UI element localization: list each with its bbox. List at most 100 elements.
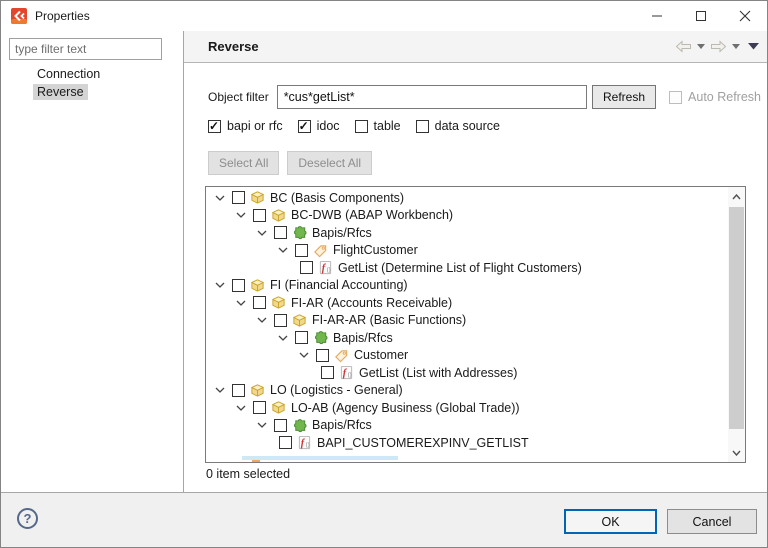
expander-chevron-down-icon[interactable] bbox=[256, 317, 268, 324]
tree-row[interactable]: BC (Basis Components) bbox=[206, 189, 728, 207]
forward-arrow-icon[interactable] bbox=[710, 40, 727, 53]
tree-row-checkbox[interactable] bbox=[274, 418, 287, 432]
svg-text:(): () bbox=[306, 442, 310, 449]
expander-chevron-down-icon[interactable] bbox=[256, 230, 268, 236]
scrollbar-down-button[interactable] bbox=[728, 444, 745, 461]
expander-chevron-down-icon[interactable] bbox=[214, 195, 226, 201]
select-all-button[interactable]: Select All bbox=[208, 151, 280, 175]
tree-row-checkbox[interactable] bbox=[232, 191, 245, 205]
auto-refresh-label: Auto Refresh bbox=[688, 90, 761, 104]
tree-row[interactable]: Bapis/Rfcs bbox=[206, 417, 728, 435]
tree-row[interactable]: FI (Financial Accounting) bbox=[206, 277, 728, 295]
tree-row-checkbox[interactable] bbox=[316, 348, 329, 362]
tree-row-checkbox[interactable] bbox=[253, 401, 266, 415]
tree-row[interactable]: f() GetList (Determine List of Flight Cus… bbox=[206, 259, 728, 277]
puzzle-icon bbox=[292, 418, 307, 433]
object-filter-label: Object filter bbox=[208, 90, 269, 104]
expander-chevron-down-icon[interactable] bbox=[256, 422, 268, 429]
expander-chevron-down-icon[interactable] bbox=[277, 335, 289, 341]
sidebar-item-reverse[interactable]: Reverse bbox=[1, 83, 183, 101]
package-icon bbox=[271, 208, 286, 223]
back-arrow-icon[interactable] bbox=[675, 40, 692, 53]
package-icon bbox=[250, 383, 265, 398]
view-menu-icon[interactable] bbox=[748, 43, 759, 50]
tree-rows: BC (Basis Components) BC-DWB (ABAP Workbe… bbox=[206, 187, 728, 462]
tree-row[interactable]: LO (Logistics - General) bbox=[206, 382, 728, 400]
tree-row-checkbox[interactable] bbox=[274, 313, 287, 327]
tree-row-checkbox[interactable] bbox=[295, 243, 308, 257]
tree-row-label: GetList (List with Addresses) bbox=[359, 365, 518, 380]
tree-row[interactable]: f() GetList (List with Addresses) bbox=[206, 364, 728, 382]
tag-icon bbox=[334, 348, 349, 363]
cancel-button[interactable]: Cancel bbox=[667, 509, 757, 534]
bapi-or-rfc-checkbox[interactable] bbox=[208, 119, 221, 133]
tree-row-label: LO-AB (Agency Business (Global Trade)) bbox=[291, 400, 520, 415]
back-dropdown-icon[interactable] bbox=[697, 44, 705, 49]
data-source-checkbox[interactable] bbox=[415, 119, 429, 133]
table-checkbox[interactable] bbox=[354, 119, 368, 133]
tree-row[interactable]: LO-AB (Agency Business (Global Trade)) bbox=[206, 399, 728, 417]
expander-chevron-down-icon[interactable] bbox=[214, 282, 226, 289]
tree-row[interactable]: Bapis/Rfcs bbox=[206, 224, 728, 242]
ok-button[interactable]: OK bbox=[564, 509, 657, 534]
tree-row-label: BC-DWB (ABAP Workbench) bbox=[291, 208, 454, 223]
maximize-button[interactable] bbox=[679, 1, 723, 31]
tree-row[interactable]: FI-AR (Accounts Receivable) bbox=[206, 294, 728, 312]
tree-row-label: LO (Logistics - General) bbox=[270, 383, 403, 398]
expander-chevron-down-icon[interactable] bbox=[277, 247, 289, 254]
package-icon bbox=[250, 278, 265, 293]
expander-chevron-down-icon[interactable] bbox=[298, 352, 310, 359]
tree-row-checkbox[interactable] bbox=[300, 261, 313, 275]
close-button[interactable] bbox=[723, 1, 767, 31]
type-filter-bapi-or-rfc: bapi or rfc bbox=[208, 119, 283, 133]
tree-row-checkbox[interactable] bbox=[279, 436, 292, 450]
tree-row[interactable]: FlightCustomer bbox=[206, 242, 728, 260]
object-filter-row: Object filter Refresh Auto Refresh bbox=[208, 84, 761, 110]
sidebar-item-label: Connection bbox=[37, 67, 101, 81]
tree-row-label: FI (Financial Accounting) bbox=[270, 278, 408, 293]
scrollbar-thumb[interactable] bbox=[729, 207, 744, 429]
tree-row-checkbox[interactable] bbox=[232, 278, 245, 292]
header-nav bbox=[675, 40, 759, 53]
type-filter-idoc: idoc bbox=[297, 119, 340, 133]
tree-row-checkbox[interactable] bbox=[295, 331, 308, 345]
tree-row-checkbox[interactable] bbox=[274, 226, 287, 240]
tree-row[interactable]: FI-AR-AR (Basic Functions) bbox=[206, 312, 728, 330]
type-filter-label: idoc bbox=[316, 119, 340, 133]
tree-row-checkbox[interactable] bbox=[321, 366, 334, 380]
tree-row-checkbox[interactable] bbox=[253, 208, 266, 222]
tree-row[interactable]: Bapis/Rfcs bbox=[206, 329, 728, 347]
sidebar-filter-input[interactable] bbox=[9, 38, 162, 60]
scrollbar-up-button[interactable] bbox=[728, 188, 745, 205]
sidebar: Connection Reverse bbox=[1, 31, 184, 494]
puzzle-icon bbox=[313, 330, 328, 345]
window-title: Properties bbox=[35, 9, 90, 23]
expander-chevron-down-icon[interactable] bbox=[214, 387, 226, 394]
package-icon bbox=[250, 190, 265, 205]
package-icon bbox=[292, 313, 307, 328]
tree-row-checkbox[interactable] bbox=[253, 296, 266, 310]
sidebar-item-label: Reverse bbox=[33, 84, 88, 100]
page-header: Reverse bbox=[184, 31, 767, 63]
help-button[interactable]: ? bbox=[17, 508, 38, 529]
tree-row-checkbox[interactable] bbox=[232, 383, 245, 397]
vertical-scrollbar[interactable] bbox=[728, 187, 745, 462]
button-bar: ? OK Cancel bbox=[1, 492, 767, 547]
deselect-all-button[interactable]: Deselect All bbox=[287, 151, 373, 175]
object-filter-input[interactable] bbox=[276, 85, 587, 109]
sidebar-item-connection[interactable]: Connection bbox=[1, 65, 183, 83]
type-filter-label: table bbox=[373, 119, 401, 133]
auto-refresh-group: Auto Refresh bbox=[669, 90, 761, 104]
expander-chevron-down-icon[interactable] bbox=[235, 300, 247, 306]
forward-dropdown-icon[interactable] bbox=[732, 44, 740, 49]
tree-row[interactable]: Customer bbox=[206, 347, 728, 365]
minimize-button[interactable] bbox=[635, 1, 679, 31]
expander-chevron-down-icon[interactable] bbox=[235, 405, 247, 411]
expander-chevron-down-icon[interactable] bbox=[235, 212, 247, 219]
auto-refresh-checkbox[interactable] bbox=[669, 90, 683, 104]
tree-row[interactable]: BC-DWB (ABAP Workbench) bbox=[206, 207, 728, 225]
idoc-checkbox[interactable] bbox=[297, 119, 311, 133]
tree-row[interactable]: f() BAPI_CUSTOMEREXPINV_GETLIST bbox=[206, 434, 728, 452]
refresh-button[interactable]: Refresh bbox=[592, 85, 657, 109]
package-icon bbox=[271, 295, 286, 310]
